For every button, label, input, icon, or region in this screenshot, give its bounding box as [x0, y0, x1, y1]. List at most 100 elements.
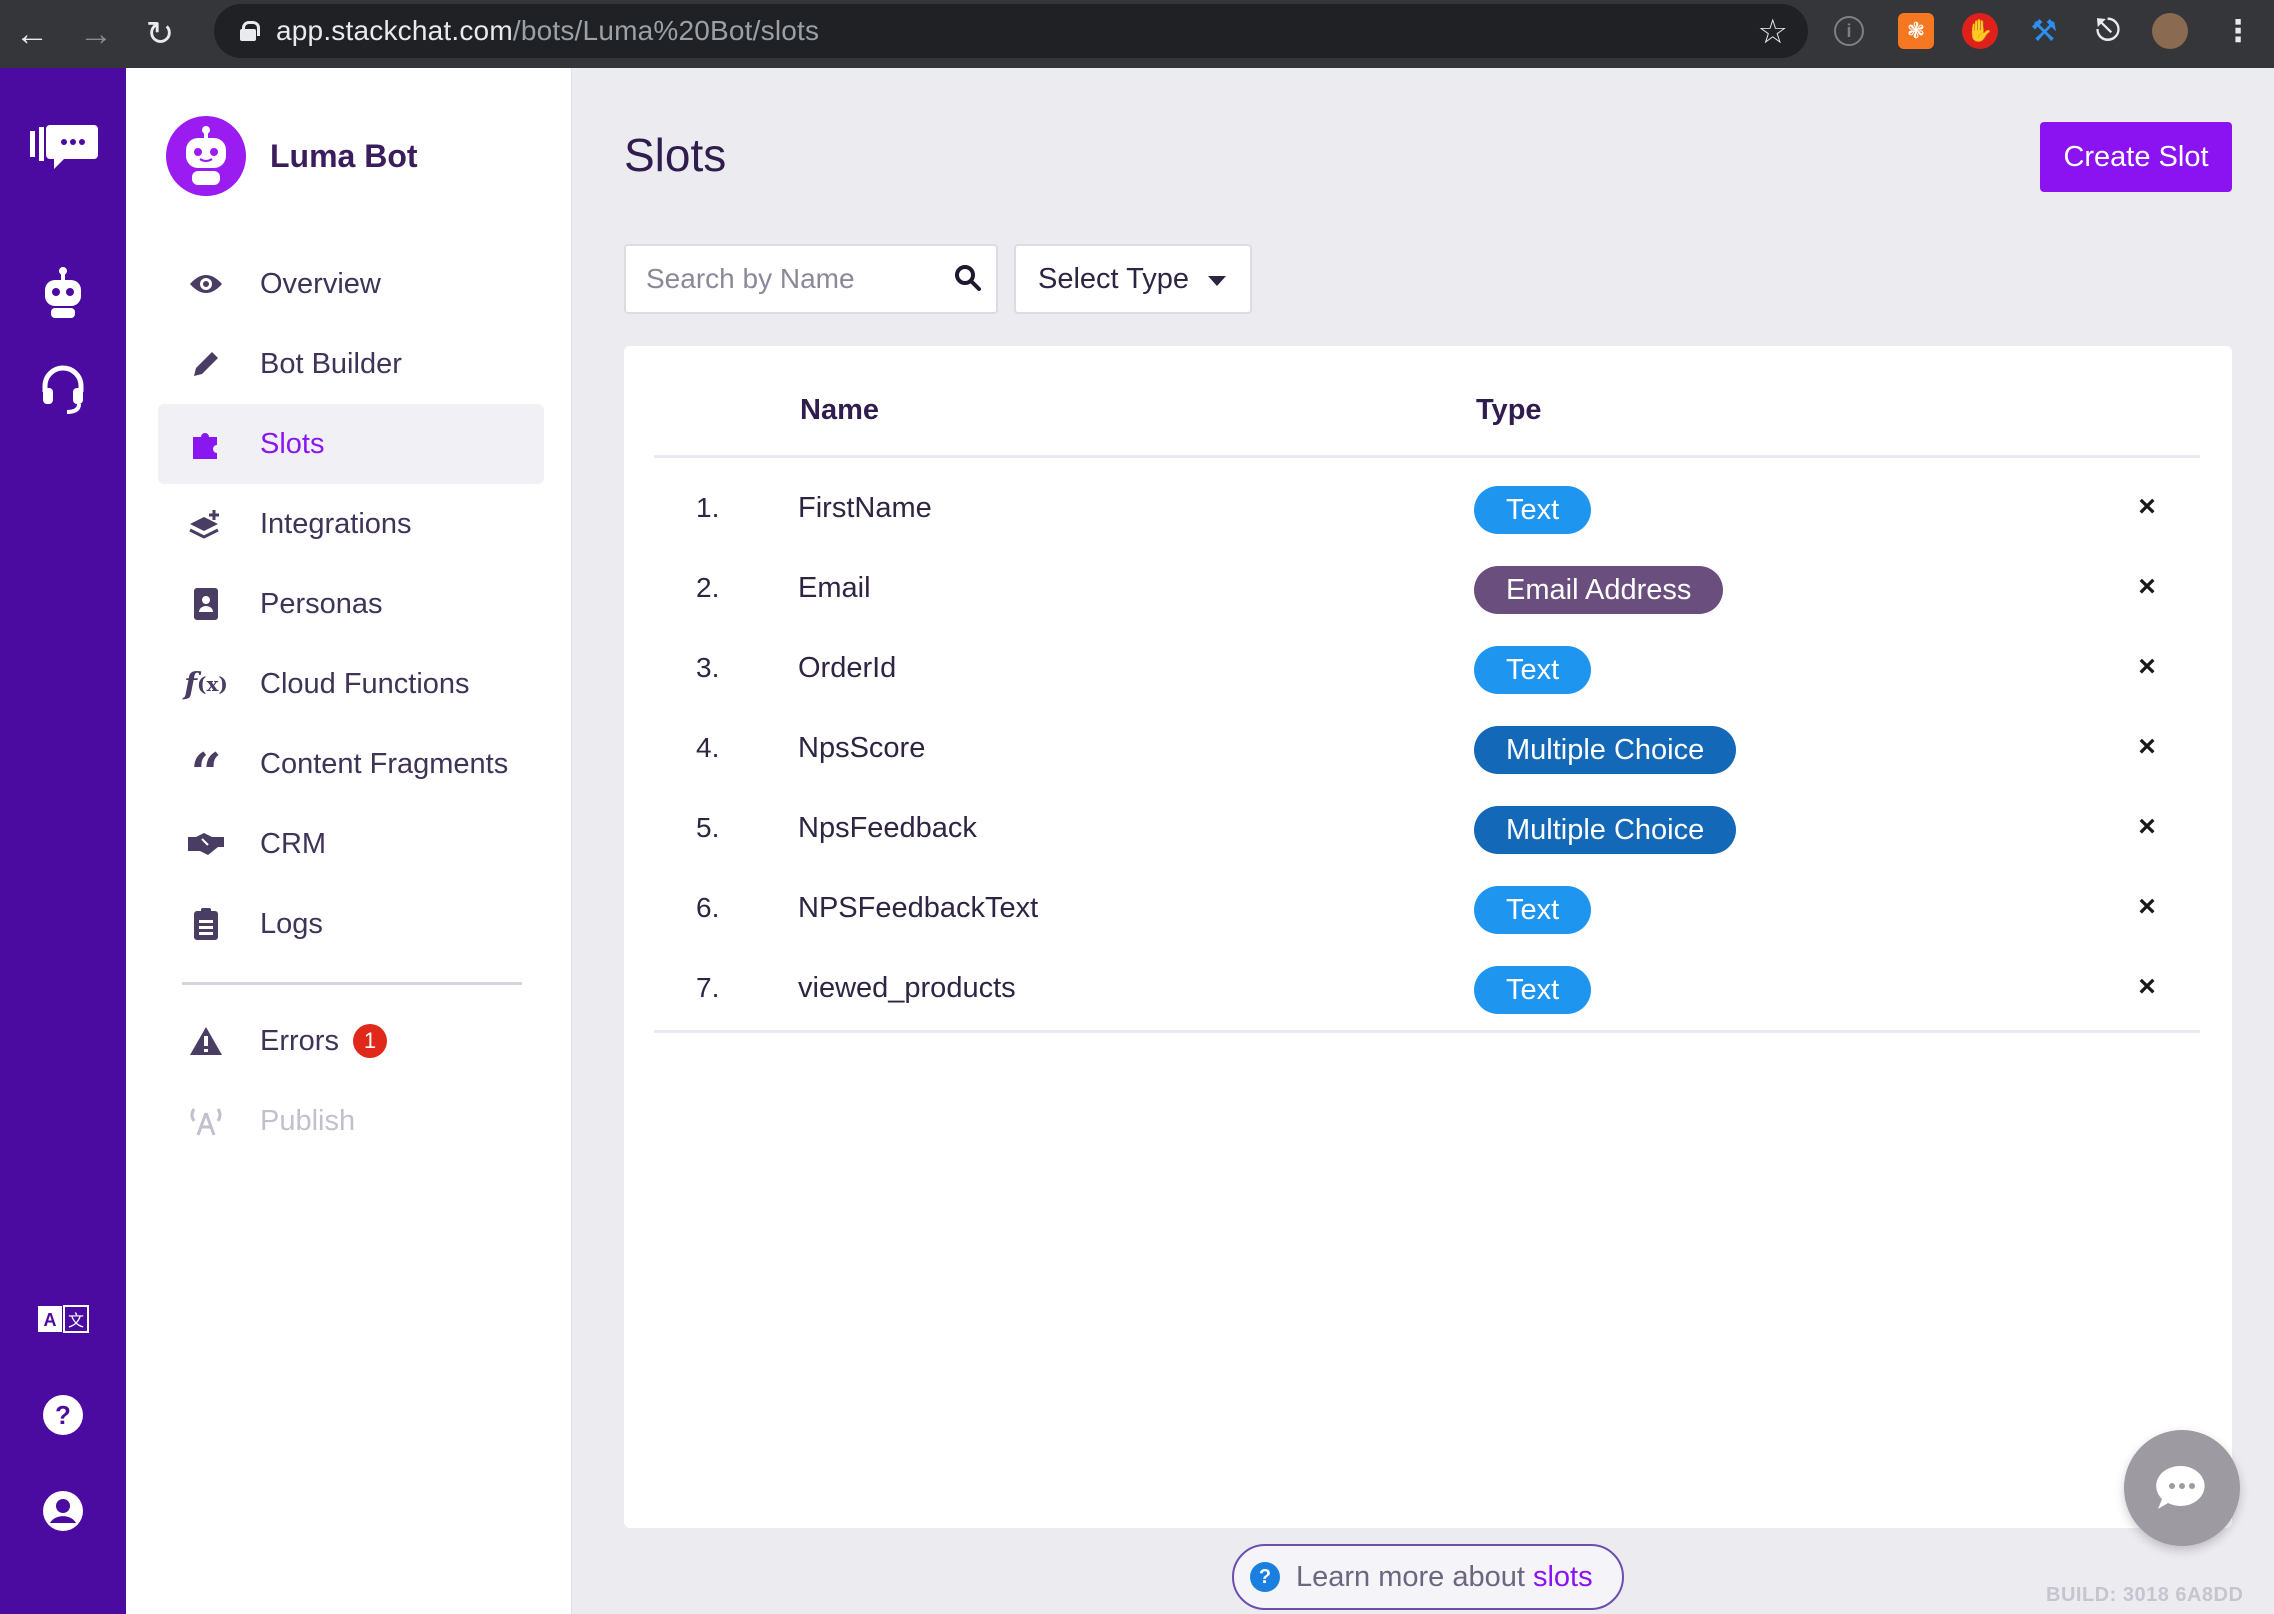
chat-bubble-icon — [2156, 1465, 2205, 1509]
caret-down-icon — [1208, 276, 1226, 286]
bot-name: Luma Bot — [270, 137, 418, 174]
translate-icon[interactable]: A文 — [34, 1290, 92, 1348]
quote-icon: “ — [190, 741, 222, 805]
row-number: 2. — [696, 572, 720, 603]
row-number: 3. — [696, 652, 720, 683]
type-select[interactable]: Select Type — [1014, 244, 1252, 314]
slot-type-badge: Text — [1474, 646, 1592, 694]
id-badge-icon — [180, 587, 232, 621]
headset-support-icon[interactable] — [34, 360, 92, 418]
app-rail: A文 ? — [0, 68, 126, 1614]
browser-toolbar: ← → ↻ app.stackchat.com/bots/Luma%20Bot/… — [0, 0, 2274, 68]
delete-icon[interactable]: × — [2132, 490, 2162, 524]
slot-type-badge: Multiple Choice — [1474, 726, 1737, 774]
delete-icon[interactable]: × — [2132, 570, 2162, 604]
delete-icon[interactable]: × — [2132, 890, 2162, 924]
learn-more-slots-link[interactable]: slots — [1533, 1561, 1593, 1594]
bot-nav: Overview Bot Builder Slots Integrations … — [158, 244, 544, 1161]
table-row[interactable]: 4. NpsScore Multiple Choice × — [654, 710, 2200, 790]
type-select-label: Select Type — [1038, 262, 1190, 295]
table-row[interactable]: 7. viewed_products Text × — [654, 950, 2200, 1030]
info-extension-icon[interactable]: i — [1834, 16, 1864, 46]
table-row[interactable]: 3. OrderId Text × — [654, 630, 2200, 710]
slot-name[interactable]: Email — [798, 572, 871, 605]
nav-item-errors[interactable]: Errors 1 — [158, 1001, 544, 1081]
delete-icon[interactable]: × — [2132, 730, 2162, 764]
slot-type-badge: Text — [1474, 486, 1592, 534]
chrome-menu-icon[interactable]: ⋮ — [2220, 13, 2256, 49]
table-row[interactable]: 2. Email Email Address × — [654, 550, 2200, 630]
nav-item-publish[interactable]: Publish — [158, 1081, 544, 1161]
broadcast-icon — [180, 1105, 232, 1137]
url-text: app.stackchat.com/bots/Luma%20Bot/slots — [276, 15, 820, 46]
bot-sidebar: Luma Bot Overview Bot Builder Slots Inte… — [126, 68, 572, 1614]
nav-item-content-fragments[interactable]: “ Content Fragments — [158, 724, 544, 804]
slot-name[interactable]: FirstName — [798, 492, 932, 525]
nav-item-bot-builder[interactable]: Bot Builder — [158, 324, 544, 404]
adblock-extension-icon[interactable]: ✋ — [1962, 13, 1998, 49]
table-row[interactable]: 1. FirstName Text × — [654, 470, 2200, 550]
account-icon[interactable] — [34, 1482, 92, 1540]
page-title: Slots — [624, 129, 727, 181]
bot-avatar — [166, 116, 246, 196]
table-row[interactable]: 6. NPSFeedbackText Text × — [654, 870, 2200, 950]
warning-icon — [180, 1025, 232, 1057]
slot-name[interactable]: NpsFeedback — [798, 812, 977, 845]
nav-item-logs[interactable]: Logs — [158, 884, 544, 964]
svg-text:文: 文 — [68, 1311, 84, 1330]
error-count-badge: 1 — [352, 1024, 387, 1058]
reload-icon[interactable]: ↻ — [128, 4, 192, 64]
puzzle-icon — [180, 427, 232, 461]
delete-icon[interactable]: × — [2132, 970, 2162, 1004]
nav-item-cloud-functions[interactable]: f (x) Cloud Functions — [158, 644, 544, 724]
stackchat-logo-icon[interactable] — [28, 120, 98, 178]
slot-name[interactable]: OrderId — [798, 652, 896, 685]
nav-item-integrations[interactable]: Integrations — [158, 484, 544, 564]
help-icon[interactable]: ? — [34, 1386, 92, 1444]
clipboard-list-icon — [180, 907, 232, 941]
forward-icon[interactable]: → — [64, 4, 128, 64]
back-icon[interactable]: ← — [0, 4, 64, 64]
eye-icon — [180, 272, 232, 296]
nav-item-slots[interactable]: Slots — [158, 404, 544, 484]
column-header-name: Name — [800, 394, 879, 426]
bot-icon[interactable] — [34, 264, 92, 322]
table-row[interactable]: 5. NpsFeedback Multiple Choice × — [654, 790, 2200, 870]
profile-avatar[interactable] — [2152, 13, 2188, 49]
tool-extension-icon[interactable]: ⚒ — [2026, 13, 2062, 49]
slot-type-badge: Text — [1474, 966, 1592, 1014]
delete-icon[interactable]: × — [2132, 810, 2162, 844]
slot-name[interactable]: viewed_products — [798, 972, 1016, 1005]
svg-text:?: ? — [55, 1400, 71, 1430]
row-number: 6. — [696, 892, 720, 923]
delete-icon[interactable]: × — [2132, 650, 2162, 684]
handshake-icon — [180, 831, 232, 857]
svg-text:A: A — [44, 1310, 57, 1330]
create-slot-button[interactable]: Create Slot — [2040, 122, 2232, 192]
build-label: BUILD: 3018 6A8DD — [2046, 1584, 2244, 1606]
function-icon: f (x) — [184, 666, 228, 702]
slot-name[interactable]: NpsScore — [798, 732, 925, 765]
hubspot-extension-icon[interactable]: ❃ — [1898, 13, 1934, 49]
row-number: 4. — [696, 732, 720, 763]
table-header: Name Type — [654, 394, 2200, 458]
slot-type-badge: Email Address — [1474, 566, 1724, 614]
extensions-puzzle-icon[interactable]: ⎋ — [2090, 13, 2126, 49]
slot-type-badge: Multiple Choice — [1474, 806, 1737, 854]
chat-widget-button[interactable] — [2124, 1430, 2240, 1546]
address-bar[interactable]: app.stackchat.com/bots/Luma%20Bot/slots … — [214, 4, 1808, 58]
bookmark-star-icon[interactable]: ☆ — [1758, 12, 1788, 52]
bot-header: Luma Bot — [166, 116, 418, 196]
nav-item-overview[interactable]: Overview — [158, 244, 544, 324]
search-input[interactable] — [646, 263, 936, 295]
search-icon[interactable] — [954, 264, 982, 297]
nav-divider — [182, 982, 522, 985]
nav-item-personas[interactable]: Personas — [158, 564, 544, 644]
slot-name[interactable]: NPSFeedbackText — [798, 892, 1038, 925]
layers-plus-icon — [180, 508, 232, 540]
nav-item-crm[interactable]: CRM — [158, 804, 544, 884]
column-header-type: Type — [1476, 394, 1542, 426]
question-circle-icon: ? — [1250, 1562, 1280, 1592]
learn-more-link[interactable]: ? Learn more about slots — [1232, 1544, 1624, 1610]
learn-more-text: Learn more about — [1296, 1560, 1525, 1593]
